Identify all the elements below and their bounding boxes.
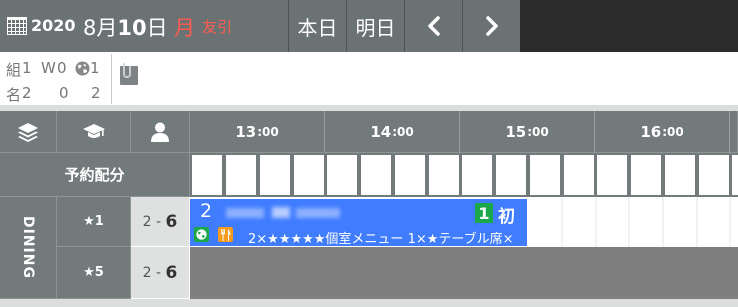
summary-groups-value: 1 [22,59,32,77]
capacity-min: 2 [142,264,152,281]
today-button[interactable]: 本日 [288,0,346,52]
summary-people-web-value: 2 [91,84,101,102]
time-hour: 16 [640,123,662,141]
time-minute: :00 [662,125,684,139]
guest-button[interactable] [131,111,190,153]
section-dining: DINING [0,197,57,299]
time-label-13: 13:00 [230,111,284,153]
capacity-separator: - [156,213,162,230]
globe-icon [75,61,90,76]
capacity-min: 2 [142,213,152,230]
date-month-day: 8月10日 [83,12,168,42]
hour-divider [459,111,460,153]
bottom-strip [0,299,738,307]
summary-divider [111,54,112,104]
globe-icon [196,229,207,240]
calendar-icon[interactable] [7,17,27,35]
summary-waiting-value: 0 [57,59,67,77]
allocation-slots [192,155,738,195]
capacity-max: 6 [165,211,178,232]
summary-people-waiting-value: 0 [59,84,69,102]
top-bar-empty-area [520,0,738,52]
time-label-16: 16:00 [635,111,689,153]
tomorrow-button[interactable]: 明日 [346,0,404,52]
fork-knife-icon [221,228,231,241]
web-booking-icon [194,227,209,242]
time-hour: 14 [370,123,392,141]
summary-people-value: 2 [22,84,32,102]
previous-day-button[interactable] [404,0,462,52]
summary-groups-label: 組 [6,61,22,79]
date-day-suffix: 日 [146,16,168,40]
course-button[interactable] [57,111,131,153]
reservation-details: 2×★★★★★個室メニュー 1×★テーブル席× [248,232,514,246]
memo-clip-icon[interactable] [118,62,140,86]
time-label-15: 15:00 [500,111,554,153]
hour-divider [324,111,325,153]
graduation-cap-icon [82,123,105,138]
reservation-card[interactable]: 2 1 初 2×★★★★★個室メニュー 1×★テーブル席× [190,199,527,246]
date-weekday: 月 [174,16,195,40]
allocation-label: 予約配分 [0,153,190,197]
summary-people-label: 名 [6,86,22,104]
table-capacity-5: 2 - 6 [131,247,190,299]
layers-button[interactable] [0,111,57,153]
reservation-tag-count: 1 [475,203,493,223]
date-month: 8月 [83,16,118,40]
table-rank-1[interactable]: ★1 [57,197,131,247]
chevron-left-icon [427,16,440,36]
time-label-14: 14:00 [365,111,419,153]
time-minute: :00 [527,125,549,139]
hour-divider [729,111,730,153]
summary-web-value: 1 [90,59,100,77]
capacity-separator: - [156,264,162,281]
date-day: 10 [117,16,147,40]
allocation-row [190,153,738,197]
summary-waiting-label: W [41,59,56,77]
hour-divider [594,111,595,153]
course-meal-icon [218,227,233,242]
timeline-row-2-unavailable [190,247,738,299]
date-year: 2020 [31,16,76,35]
reservation-guest-name-redacted [222,204,352,220]
layers-icon [18,122,38,142]
date-rokuyo: 友引 [202,18,233,36]
section-dining-label: DINING [20,216,36,279]
time-hour: 13 [235,123,257,141]
chevron-right-icon [485,16,498,36]
date-selector[interactable]: 2020 8月10日 月 友引 [0,0,288,52]
time-minute: :00 [392,125,414,139]
user-icon [151,122,169,142]
table-rank-5[interactable]: ★5 [57,247,131,299]
table-capacity-1: 2 - 6 [131,197,190,247]
reservation-first-visit: 初 [498,207,515,227]
capacity-max: 6 [165,262,178,283]
time-hour: 15 [505,123,527,141]
reservation-party-size: 2 [200,200,213,222]
time-minute: :00 [257,125,279,139]
next-day-button[interactable] [462,0,520,52]
